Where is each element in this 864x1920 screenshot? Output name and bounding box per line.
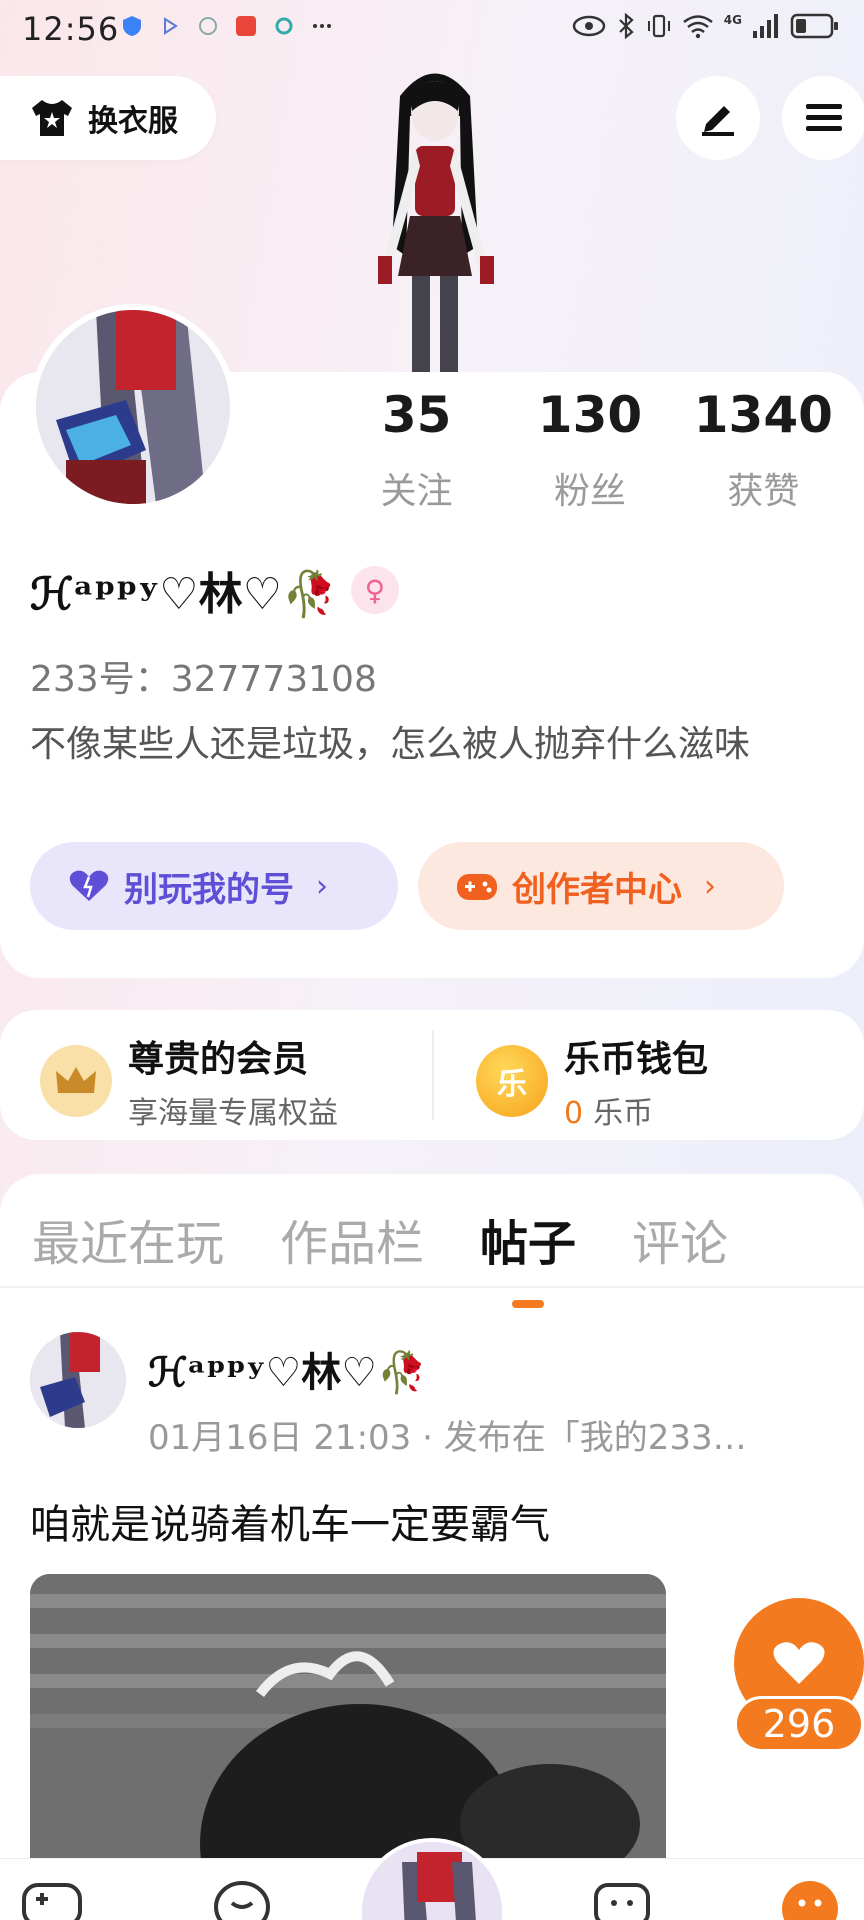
- play-icon: [164, 17, 178, 35]
- pen-icon: [702, 106, 734, 136]
- nav-messages-icon[interactable]: [592, 1879, 652, 1920]
- chevron-right-icon: ›: [316, 868, 328, 904]
- account-protect-label: 别玩我的号: [124, 869, 294, 910]
- vip-title: 尊贵的会员: [128, 1039, 309, 1080]
- app-icon: [199, 17, 217, 35]
- coin-icon: 乐: [476, 1045, 548, 1117]
- change-outfit-button[interactable]: 换衣服: [0, 76, 216, 160]
- tab-divider: [0, 1286, 864, 1288]
- creator-center-button[interactable]: 创作者中心 ›: [418, 842, 784, 930]
- stat-likes[interactable]: 1340 获赞: [677, 386, 850, 514]
- status-notification-icons: [120, 14, 334, 38]
- fans-count: 130: [537, 386, 643, 444]
- swirl-icon: [275, 17, 293, 35]
- coin-unit: 乐币: [593, 1096, 654, 1131]
- bluetooth-icon: [619, 13, 634, 39]
- tab-comments[interactable]: 评论: [632, 1204, 728, 1274]
- menu-button[interactable]: [782, 76, 864, 160]
- more-icon: [313, 24, 331, 28]
- coin-icon-text: 乐: [497, 1067, 527, 1102]
- tab-works[interactable]: 作品栏: [280, 1204, 424, 1274]
- profile-tabs: 最近在玩 作品栏 帖子 评论: [32, 1204, 728, 1308]
- chevron-right-icon: ›: [704, 868, 716, 904]
- status-system-icons: 4G: [572, 12, 840, 40]
- status-bar: 12:56 4G: [0, 0, 864, 60]
- heart-icon: [69, 870, 109, 901]
- change-outfit-label: 换衣服: [88, 104, 178, 139]
- stat-following[interactable]: 35 关注: [330, 386, 503, 514]
- edit-profile-button[interactable]: [676, 76, 760, 160]
- status-time: 12:56: [22, 10, 120, 48]
- menu-icon: [806, 104, 842, 131]
- crown-icon: [40, 1045, 112, 1117]
- user-id[interactable]: 233号：327773108: [30, 650, 377, 702]
- creator-center-label: 创作者中心: [512, 869, 682, 910]
- signal-icon: [753, 14, 778, 38]
- female-icon: ♀: [350, 566, 399, 614]
- avatar-3d-figure[interactable]: [340, 56, 530, 376]
- stat-fans[interactable]: 130 粉丝: [503, 386, 676, 514]
- username-row: ℋᵃᵖᵖʸ♡林♡🥀 ♀: [30, 558, 399, 622]
- avatar-image: [36, 310, 230, 504]
- network-type: 4G: [723, 13, 742, 27]
- content-feed: 最近在玩 作品栏 帖子 评论 ℋᵃᵖᵖʸ♡林♡🥀 01月16日 21:03 · …: [0, 1174, 864, 1920]
- likes-label: 获赞: [727, 471, 800, 512]
- likes-count: 1340: [693, 386, 833, 444]
- nav-friends-icon[interactable]: [212, 1879, 272, 1920]
- coin-wallet-entry[interactable]: 乐 乐币钱包 0 乐币: [476, 1030, 708, 1132]
- nav-games-icon[interactable]: [22, 1879, 82, 1920]
- coin-balance: 0: [564, 1096, 584, 1131]
- following-label: 关注: [380, 471, 453, 512]
- vip-subtitle: 享海量专属权益: [128, 1096, 338, 1131]
- battery-icon: [790, 13, 838, 39]
- profile-stats: 35 关注 130 粉丝 1340 获赞: [330, 386, 850, 514]
- wifi-icon: [683, 15, 713, 39]
- shield-icon: [123, 16, 141, 36]
- shirt-icon: [32, 100, 72, 136]
- user-bio: 不像某些人还是垃圾，怎么被人抛弃什么滋味: [30, 724, 751, 765]
- vibrate-icon: [647, 14, 670, 38]
- wallet-divider: [432, 1030, 434, 1120]
- username: ℋᵃᵖᵖʸ♡林♡🥀: [30, 569, 337, 620]
- tab-recently-played[interactable]: 最近在玩: [32, 1204, 224, 1274]
- tab-posts[interactable]: 帖子: [480, 1204, 576, 1308]
- post-author-name[interactable]: ℋᵃᵖᵖʸ♡林♡🥀: [148, 1340, 427, 1398]
- eye-icon: [572, 15, 606, 37]
- heart-icon: [773, 1642, 825, 1684]
- nav-profile-icon[interactable]: [780, 1879, 840, 1920]
- avatar[interactable]: [30, 304, 236, 510]
- post-text[interactable]: 咱就是说骑着机车一定要霸气: [30, 1492, 550, 1550]
- member-wallet-card: 尊贵的会员 享海量专属权益 乐 乐币钱包 0 乐币: [0, 1010, 864, 1140]
- red-app-icon: [236, 16, 256, 36]
- post-meta[interactable]: 01月16日 21:03 · 发布在「我的233…: [148, 1410, 838, 1459]
- following-count: 35: [381, 386, 452, 444]
- like-count: 296: [734, 1696, 864, 1752]
- coin-wallet-title: 乐币钱包: [564, 1039, 709, 1080]
- fans-label: 粉丝: [553, 471, 626, 512]
- gamepad-icon: [457, 874, 497, 900]
- post-author-avatar[interactable]: [30, 1332, 126, 1428]
- account-protect-button[interactable]: 别玩我的号 ›: [30, 842, 398, 930]
- vip-member-entry[interactable]: 尊贵的会员 享海量专属权益: [40, 1030, 338, 1132]
